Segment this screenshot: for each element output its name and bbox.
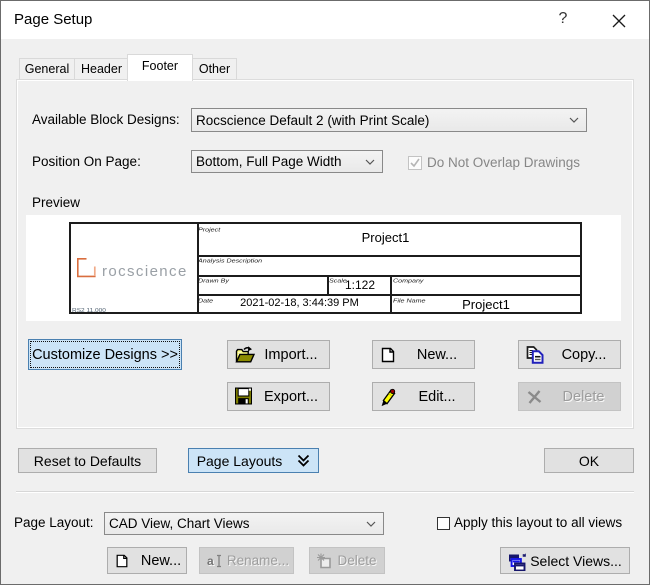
svg-text:a: a (207, 554, 214, 568)
